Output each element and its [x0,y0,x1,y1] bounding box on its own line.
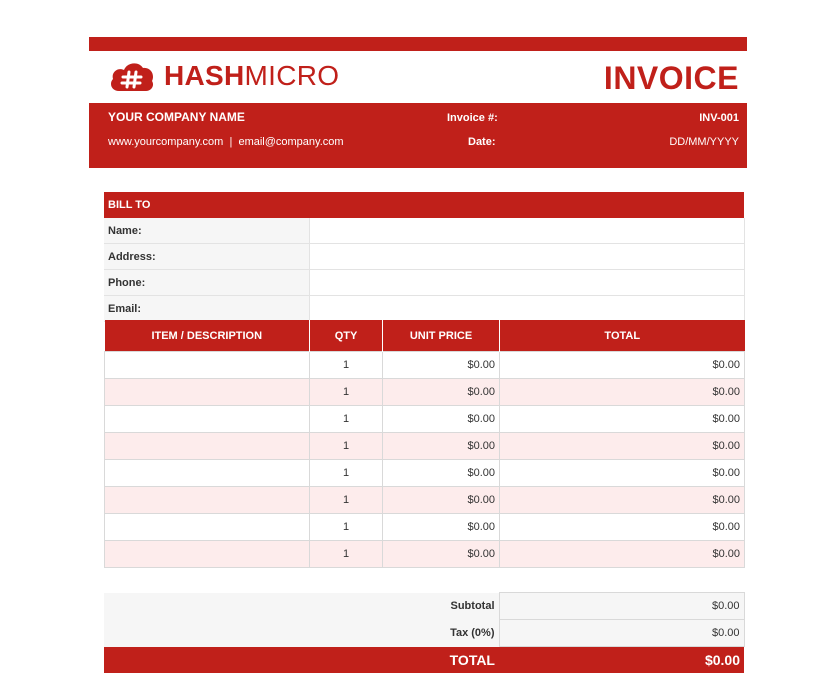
item-unit-price-cell[interactable]: $0.00 [383,433,500,460]
tax-value: $0.00 [499,620,744,647]
bill-to-address-label: Address: [104,244,309,270]
item-description-cell[interactable] [105,433,310,460]
item-unit-price-cell[interactable]: $0.00 [383,487,500,514]
item-total-cell: $0.00 [500,514,745,541]
totals-section: Subtotal $0.00 Tax (0%) $0.00 TOTAL $0.0… [104,592,745,673]
item-qty-cell[interactable]: 1 [310,541,383,568]
item-unit-price-cell[interactable]: $0.00 [383,406,500,433]
table-row: 1 $0.00 $0.00 [105,514,745,541]
bill-to-heading: BILL TO [104,192,744,218]
items-table: ITEM / DESCRIPTION QTY UNIT PRICE TOTAL … [104,320,745,568]
bill-to-address-field[interactable] [309,244,744,270]
item-total-cell: $0.00 [500,352,745,379]
table-row: 1 $0.00 $0.00 [105,352,745,379]
bill-to-name-field[interactable] [309,218,744,244]
bill-to-row: Phone: [104,270,744,296]
bill-to-row: Name: [104,218,744,244]
subtotal-label: Subtotal [104,593,499,620]
item-total-cell: $0.00 [500,433,745,460]
company-header-band: YOUR COMPANY NAME www.yourcompany.com | … [89,103,747,168]
item-total-cell: $0.00 [500,487,745,514]
column-header-total: TOTAL [500,320,745,352]
subtotal-row: Subtotal $0.00 [104,593,744,620]
brand-name: HASHMICRO [164,60,339,92]
item-qty-cell[interactable]: 1 [310,406,383,433]
table-row: 1 $0.00 $0.00 [105,406,745,433]
table-row: 1 $0.00 $0.00 [105,487,745,514]
top-accent-bar [89,37,747,51]
item-unit-price-cell[interactable]: $0.00 [383,352,500,379]
tax-label[interactable]: Tax (0%) [104,620,499,647]
cloud-hash-icon [108,59,156,93]
item-unit-price-cell[interactable]: $0.00 [383,460,500,487]
item-description-cell[interactable] [105,352,310,379]
item-description-cell[interactable] [105,487,310,514]
item-description-cell[interactable] [105,460,310,487]
item-total-cell: $0.00 [500,460,745,487]
bill-to-phone-label: Phone: [104,270,309,296]
item-qty-cell[interactable]: 1 [310,487,383,514]
contact-separator: | [229,136,232,148]
company-email: email@company.com [238,136,343,148]
item-description-cell[interactable] [105,514,310,541]
bill-to-row: Address: [104,244,744,270]
item-total-cell: $0.00 [500,541,745,568]
invoice-number-label: Invoice #: [447,111,498,125]
tax-row: Tax (0%) $0.00 [104,620,744,647]
column-header-description: ITEM / DESCRIPTION [105,320,310,352]
item-unit-price-cell[interactable]: $0.00 [383,514,500,541]
bill-to-email-label: Email: [104,296,309,322]
item-qty-cell[interactable]: 1 [310,433,383,460]
bill-to-name-label: Name: [104,218,309,244]
table-row: 1 $0.00 $0.00 [105,460,745,487]
subtotal-value: $0.00 [499,593,744,620]
company-contact: www.yourcompany.com | email@company.com [108,135,344,149]
bill-to-section: BILL TO Name: Address: Phone: Email: [104,192,745,322]
document-title: INVOICE [604,60,739,96]
brand-name-regular: MICRO [245,60,340,91]
item-total-cell: $0.00 [500,406,745,433]
item-total-cell: $0.00 [500,379,745,406]
date-value: DD/MM/YYYY [669,135,739,149]
company-name: YOUR COMPANY NAME [108,110,245,124]
items-header-row: ITEM / DESCRIPTION QTY UNIT PRICE TOTAL [105,320,745,352]
item-description-cell[interactable] [105,406,310,433]
item-unit-price-cell[interactable]: $0.00 [383,541,500,568]
item-unit-price-cell[interactable]: $0.00 [383,379,500,406]
item-description-cell[interactable] [105,541,310,568]
item-qty-cell[interactable]: 1 [310,514,383,541]
item-description-cell[interactable] [105,379,310,406]
bill-to-phone-field[interactable] [309,270,744,296]
company-logo: HASHMICRO [108,59,339,93]
company-website: www.yourcompany.com [108,136,223,148]
table-row: 1 $0.00 $0.00 [105,541,745,568]
item-qty-cell[interactable]: 1 [310,460,383,487]
item-qty-cell[interactable]: 1 [310,352,383,379]
date-label: Date: [468,135,496,149]
column-header-qty: QTY [310,320,383,352]
column-header-unit-price: UNIT PRICE [383,320,500,352]
table-row: 1 $0.00 $0.00 [105,433,745,460]
bill-to-email-field[interactable] [309,296,744,322]
bill-to-row: Email: [104,296,744,322]
invoice-page: HASHMICRO INVOICE YOUR COMPANY NAME www.… [0,0,828,660]
brand-name-bold: HASH [164,60,245,91]
bill-to-header: BILL TO [104,192,744,218]
item-qty-cell[interactable]: 1 [310,379,383,406]
table-row: 1 $0.00 $0.00 [105,379,745,406]
invoice-number-value: INV-001 [699,111,739,125]
